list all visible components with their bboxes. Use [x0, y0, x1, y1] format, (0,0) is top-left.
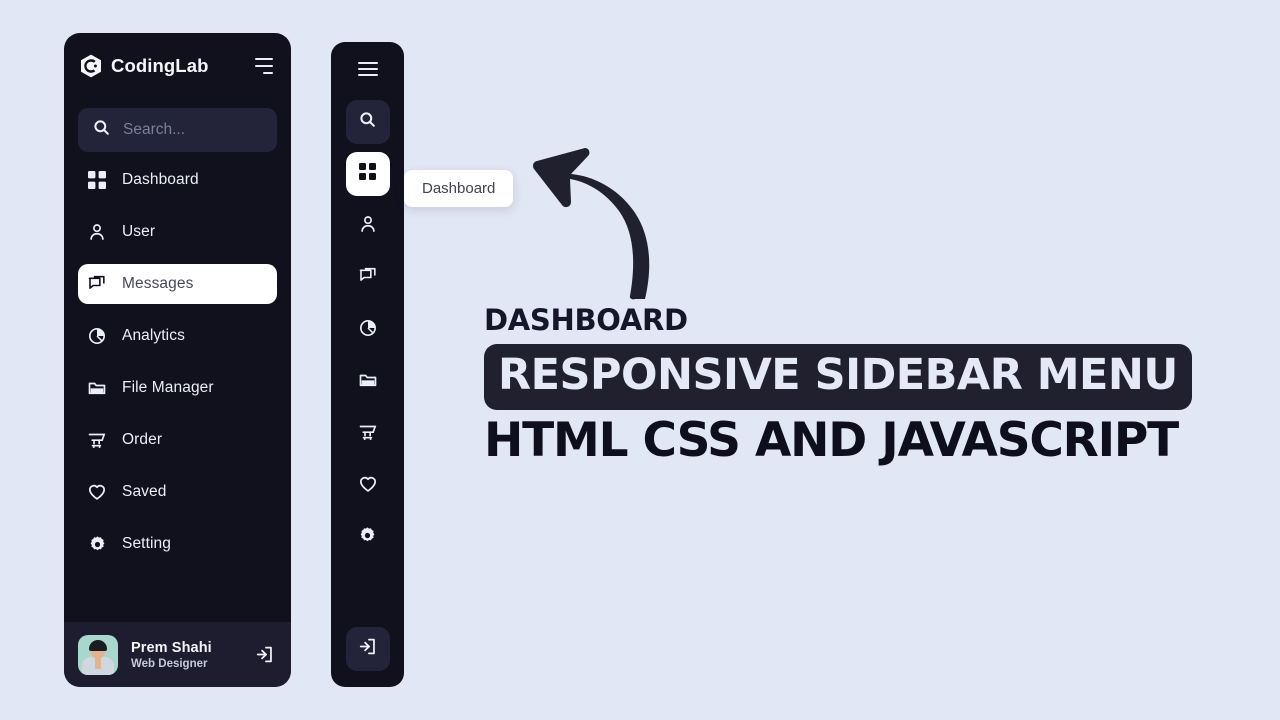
promo-headline: RESPONSIVE SIDEBAR MENU [498, 350, 1178, 400]
mini-item-messages[interactable] [346, 256, 390, 300]
chat-bubble-icon [86, 273, 108, 295]
curved-arrow-up-left-icon [527, 143, 657, 308]
search-box[interactable] [78, 108, 277, 152]
sidebar-item-label: Dashboard [122, 171, 199, 188]
sidebar-item-dashboard[interactable]: Dashboard [78, 160, 277, 200]
folder-icon [86, 377, 108, 399]
sidebar-menu: Dashboard User Messages Analytics File M… [64, 160, 291, 622]
sidebar-item-user[interactable]: User [78, 212, 277, 252]
sidebar-item-analytics[interactable]: Analytics [78, 316, 277, 356]
profile-text: Prem Shahi Web Designer [131, 640, 212, 670]
logout-icon [357, 636, 378, 662]
toggle-bar [357, 73, 378, 76]
search-input[interactable] [123, 121, 263, 139]
user-icon [358, 214, 378, 239]
toggle-bar [255, 64, 273, 68]
hamburger-icon[interactable] [357, 62, 378, 76]
sidebar-item-label: Analytics [122, 327, 185, 344]
logout-icon[interactable] [254, 644, 275, 665]
expanded-sidebar: CodingLab Dashboard [64, 33, 291, 687]
sidebar-item-label: Setting [122, 535, 171, 552]
grid-dashboard-icon [86, 169, 108, 191]
user-profile-card[interactable]: Prem Shahi Web Designer [64, 622, 291, 687]
sidebar-item-label: Messages [122, 275, 194, 292]
toggle-bar [357, 62, 378, 65]
menu-toggle-icon[interactable] [253, 58, 273, 74]
mini-item-dashboard[interactable] [345, 152, 390, 196]
toggle-bar [357, 67, 378, 71]
user-icon [86, 221, 108, 243]
sidebar-item-setting[interactable]: Setting [78, 524, 277, 564]
grid-dashboard-icon [359, 163, 376, 185]
sidebar-header: CodingLab [64, 33, 291, 99]
pie-chart-icon [358, 318, 378, 343]
shopping-cart-icon [86, 429, 108, 451]
collapsed-sidebar [331, 42, 404, 687]
mini-item-saved[interactable] [346, 464, 390, 508]
tooltip-dashboard: Dashboard [404, 170, 514, 207]
pie-chart-icon [86, 325, 108, 347]
sidebar-item-order[interactable]: Order [78, 420, 277, 460]
gear-icon [86, 533, 108, 555]
mini-item-setting[interactable] [346, 516, 390, 560]
search-icon [92, 118, 111, 142]
promo-subline: HTML CSS AND JAVASCRIPT [484, 412, 1179, 468]
shopping-cart-icon [358, 422, 378, 447]
promo-kicker: DASHBOARD [484, 303, 688, 337]
mini-item-search[interactable] [345, 100, 390, 144]
search-icon [358, 110, 377, 134]
promo-block: DASHBOARD RESPONSIVE SIDEBAR MENU HTML C… [484, 306, 1224, 464]
promo-headline-band: RESPONSIVE SIDEBAR MENU [484, 344, 1192, 410]
profile-name: Prem Shahi [131, 639, 212, 656]
mini-item-file-manager[interactable] [346, 360, 390, 404]
mini-item-analytics[interactable] [346, 308, 390, 352]
mini-item-user[interactable] [346, 204, 390, 248]
chat-bubble-icon [358, 266, 378, 291]
brand-logo[interactable]: CodingLab [80, 54, 209, 78]
sidebar-item-file-manager[interactable]: File Manager [78, 368, 277, 408]
mini-item-order[interactable] [346, 412, 390, 456]
toggle-bar [255, 58, 273, 61]
collapsed-menu [331, 100, 404, 568]
sidebar-item-label: Order [122, 431, 163, 448]
toggle-bar [263, 71, 273, 74]
avatar-hair [89, 639, 107, 651]
sidebar-item-saved[interactable]: Saved [78, 472, 277, 512]
gear-icon [358, 526, 377, 550]
folder-icon [358, 370, 378, 395]
profile-role: Web Designer [131, 657, 208, 670]
sidebar-item-label: File Manager [122, 379, 214, 396]
sidebar-item-label: Saved [122, 483, 167, 500]
heart-icon [86, 481, 108, 503]
sidebar-item-label: User [122, 223, 156, 240]
sidebar-item-messages[interactable]: Messages [78, 264, 277, 304]
brand-name: CodingLab [111, 55, 209, 76]
avatar-shirt [82, 656, 114, 675]
hexagon-c-logo-icon [80, 54, 102, 78]
heart-icon [358, 474, 378, 499]
mini-logout-button[interactable] [345, 627, 390, 671]
avatar [78, 634, 118, 675]
